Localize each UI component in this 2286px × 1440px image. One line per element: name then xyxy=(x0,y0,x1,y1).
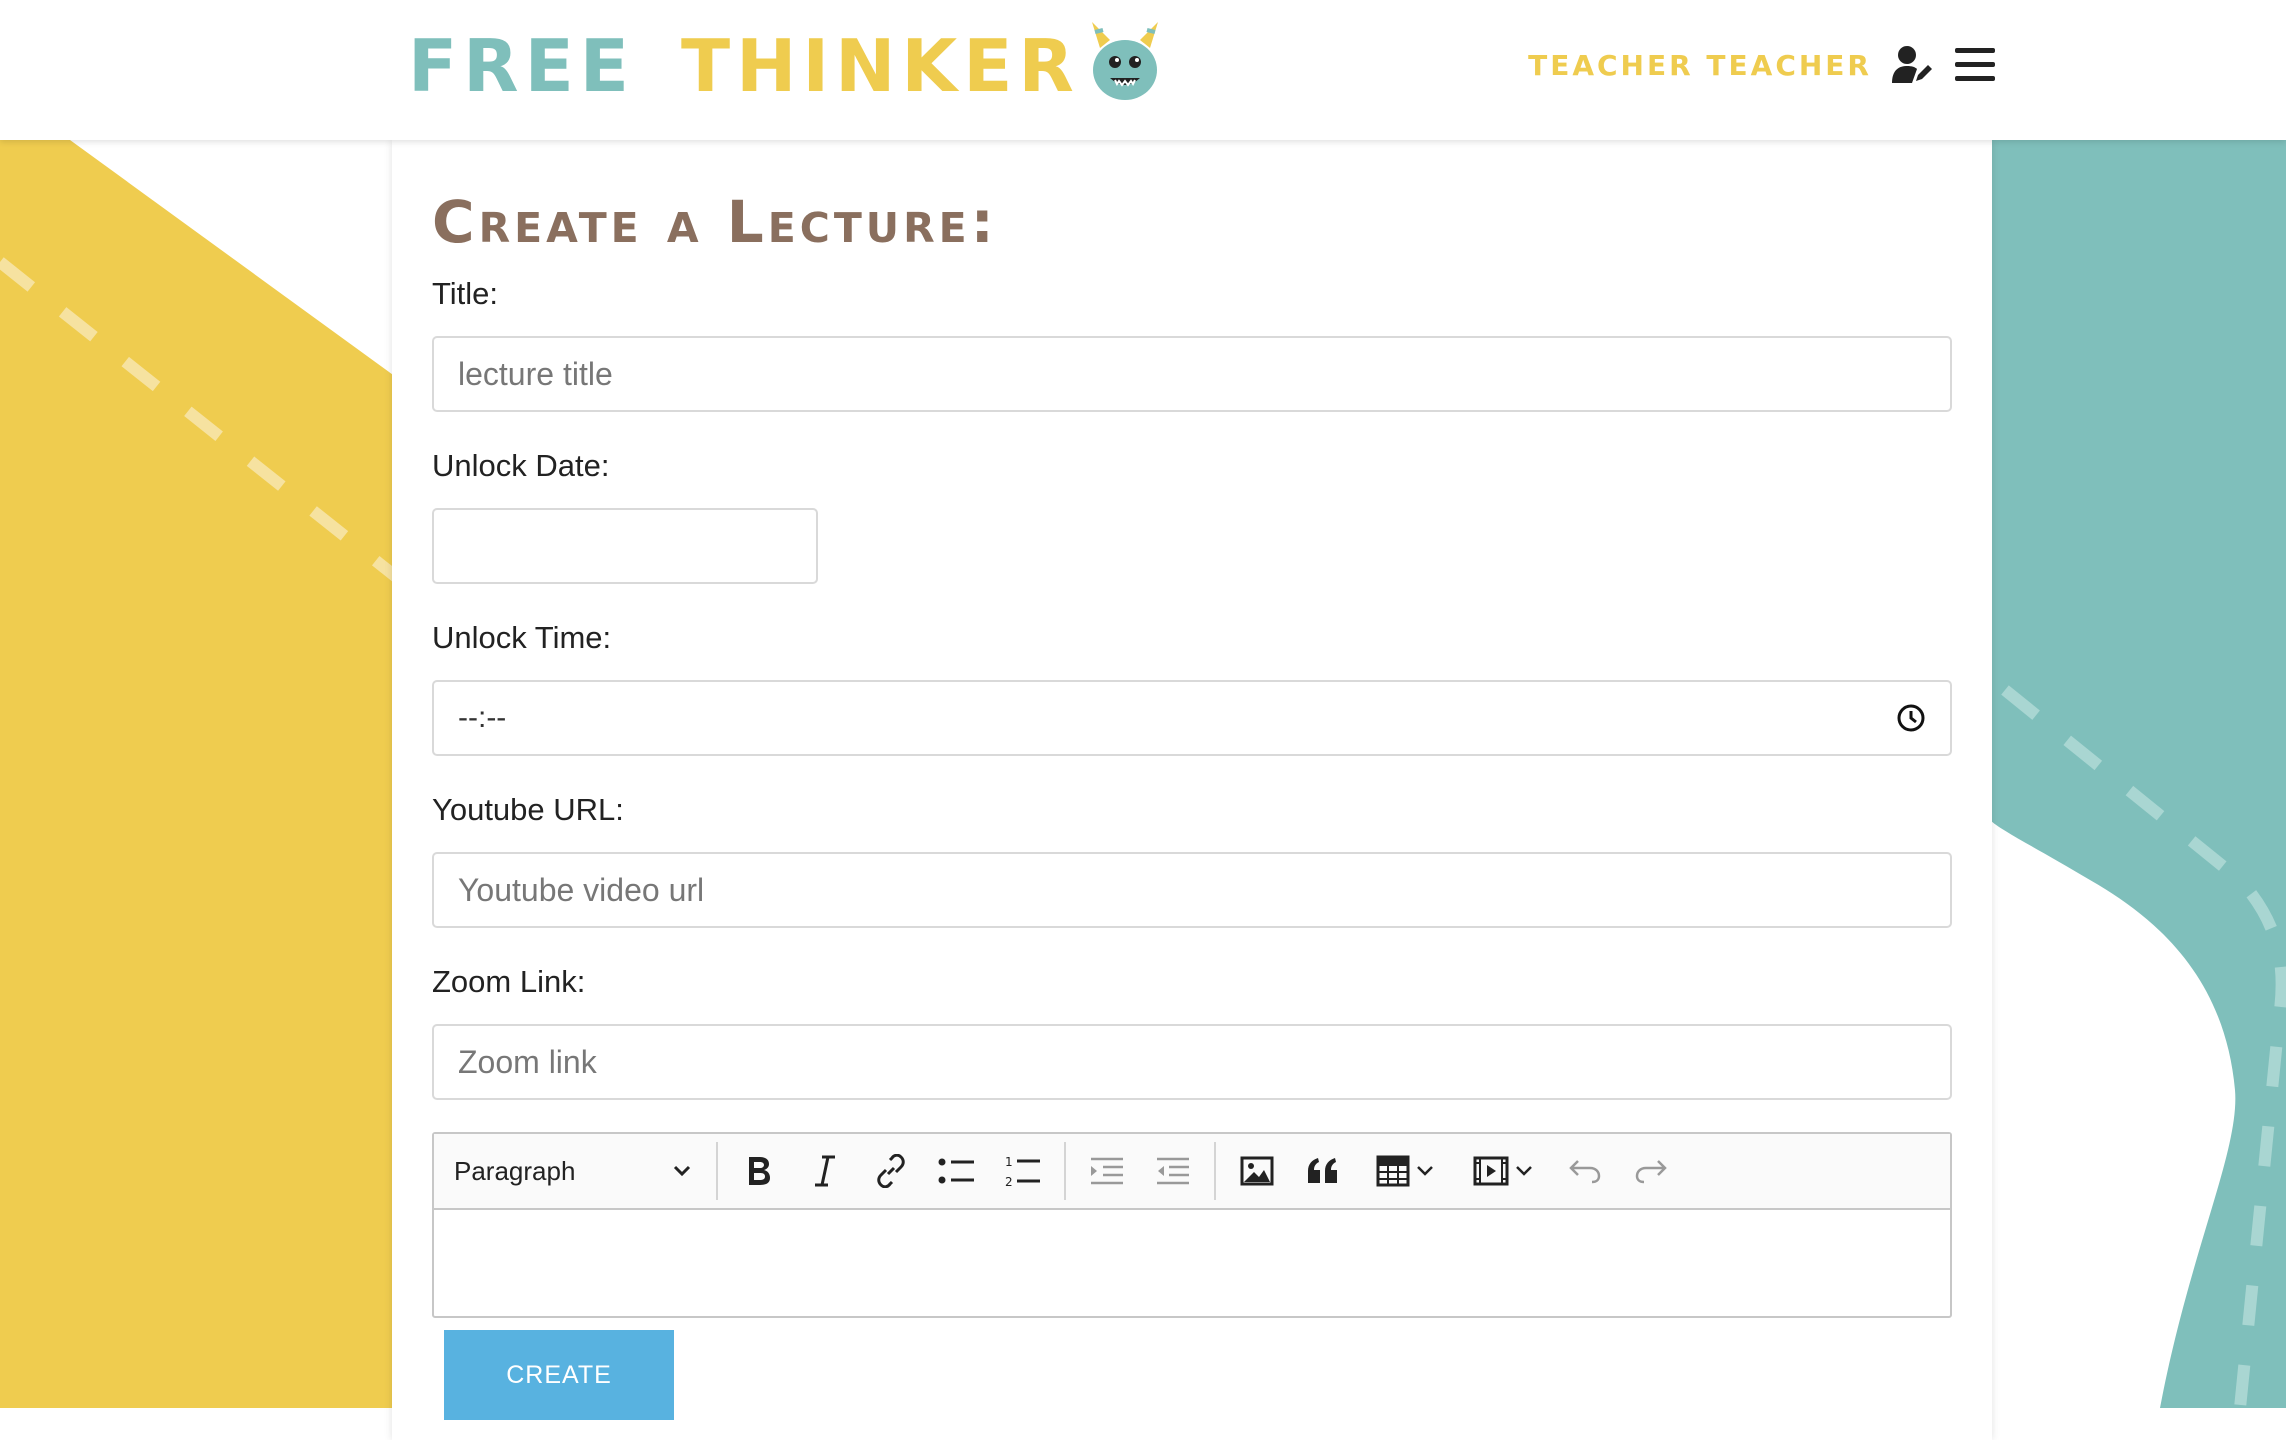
outdent-icon[interactable] xyxy=(1074,1141,1140,1201)
title-input[interactable] xyxy=(432,336,1952,412)
create-lecture-card: Create a Lecture: Title: Unlock Date: Un… xyxy=(392,140,1992,1440)
youtube-url-input[interactable] xyxy=(432,852,1952,928)
media-icon[interactable] xyxy=(1454,1141,1552,1201)
italic-icon[interactable] xyxy=(792,1141,858,1201)
unlock-time-input[interactable]: --:-- xyxy=(432,680,1952,756)
yellow-road-shape xyxy=(0,140,400,1408)
link-icon[interactable] xyxy=(858,1141,924,1201)
svg-text:1: 1 xyxy=(1005,1155,1013,1169)
title-label: Title: xyxy=(432,276,499,311)
zoom-link-input[interactable] xyxy=(432,1024,1952,1100)
user-name[interactable]: Teacher Teacher xyxy=(1528,49,1872,82)
user-area: Teacher Teacher xyxy=(1528,40,1996,90)
logo-text-free: FREE xyxy=(408,24,635,108)
redo-icon[interactable] xyxy=(1618,1141,1684,1201)
image-icon[interactable] xyxy=(1224,1141,1290,1201)
clock-icon[interactable] xyxy=(1896,703,1926,733)
table-icon[interactable] xyxy=(1356,1141,1454,1201)
logo-text-thinker: THINKER xyxy=(681,24,1080,108)
paragraph-format-dropdown[interactable]: Paragraph xyxy=(438,1141,708,1201)
unlock-date-label: Unlock Date: xyxy=(432,448,610,483)
svg-text:2: 2 xyxy=(1005,1175,1013,1188)
hamburger-menu-icon[interactable] xyxy=(1954,46,1996,84)
numbered-list-icon[interactable]: 12 xyxy=(990,1141,1056,1201)
bulleted-list-icon[interactable] xyxy=(924,1141,990,1201)
editor-content-area[interactable] xyxy=(434,1210,1950,1316)
bold-icon[interactable] xyxy=(726,1141,792,1201)
editor-toolbar: Paragraph 12 xyxy=(434,1134,1950,1210)
rich-text-editor: Paragraph 12 xyxy=(432,1132,1952,1318)
indent-icon[interactable] xyxy=(1140,1141,1206,1201)
user-edit-icon[interactable] xyxy=(1892,45,1934,85)
chevron-down-icon xyxy=(1516,1166,1532,1176)
logo-link[interactable]: FREE THINKER xyxy=(408,22,1168,108)
chevron-down-icon xyxy=(673,1165,691,1177)
chevron-down-icon xyxy=(1417,1166,1433,1176)
zoom-link-label: Zoom Link: xyxy=(432,964,586,999)
unlock-time-label: Unlock Time: xyxy=(432,620,612,655)
unlock-time-value: --:-- xyxy=(458,701,507,734)
create-button[interactable]: CREATE xyxy=(444,1330,674,1420)
page-title: Create a Lecture: xyxy=(432,188,998,256)
unlock-date-input[interactable] xyxy=(432,508,818,584)
top-navbar: FREE THINKER Teacher Teacher xyxy=(0,0,2286,140)
undo-icon[interactable] xyxy=(1552,1141,1618,1201)
paragraph-format-label: Paragraph xyxy=(454,1155,576,1186)
quote-icon[interactable] xyxy=(1290,1141,1356,1201)
youtube-url-label: Youtube URL: xyxy=(432,792,624,827)
teal-road-shape xyxy=(1990,140,2286,1408)
monster-mascot-icon xyxy=(1091,22,1158,100)
